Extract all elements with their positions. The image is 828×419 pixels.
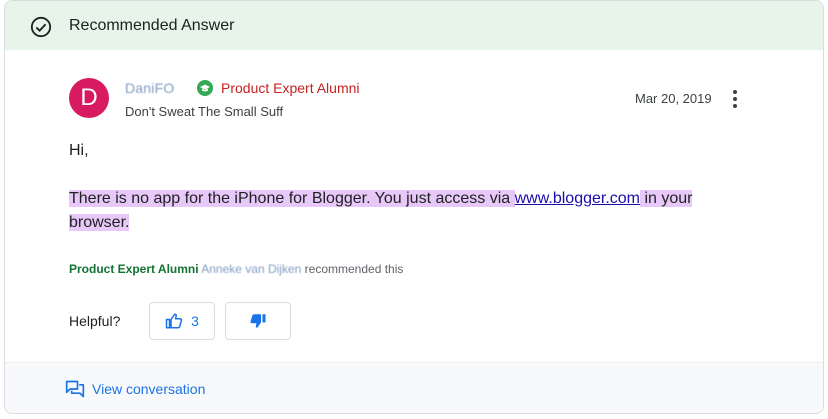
post-date: Mar 20, 2019 [635, 91, 712, 106]
recommendation-line: Product Expert Alumni Anneke van Dijken … [69, 262, 403, 276]
thumbs-up-icon [165, 313, 183, 329]
thumbs-down-icon [250, 314, 266, 328]
recommender-role: Product Expert Alumni [69, 262, 199, 276]
header-title: Recommended Answer [69, 17, 235, 34]
post-body: There is no app for the iPhone for Blogg… [69, 187, 729, 235]
post-greeting: Hi, [69, 142, 89, 159]
expert-badge-label: Product Expert Alumni [221, 80, 360, 96]
card-footer: View conversation [5, 362, 823, 413]
recommender-name[interactable]: Anneke van Dijken [201, 262, 301, 276]
conversation-icon[interactable] [65, 379, 85, 399]
check-circle-icon [30, 16, 52, 38]
view-conversation-link[interactable]: View conversation [92, 381, 205, 397]
recommended-answer-card: Recommended Answer D DaniFO Product Expe… [4, 0, 824, 414]
post-text-before-link: There is no app for the iPhone for Blogg… [69, 190, 515, 207]
downvote-button[interactable] [225, 302, 291, 340]
blogger-link[interactable]: www.blogger.com [515, 190, 640, 207]
more-vert-icon[interactable] [727, 87, 743, 111]
recommendation-suffix: recommended this [304, 262, 404, 276]
author-name[interactable]: DaniFO [125, 80, 174, 96]
card-header: Recommended Answer [5, 1, 823, 50]
helpful-label: Helpful? [69, 313, 121, 329]
upvote-count: 3 [191, 313, 199, 329]
graduation-cap-icon [197, 80, 213, 96]
author-subtitle: Don't Sweat The Small Suff [125, 104, 284, 119]
upvote-button[interactable]: 3 [149, 302, 215, 340]
avatar[interactable]: D [69, 78, 109, 118]
